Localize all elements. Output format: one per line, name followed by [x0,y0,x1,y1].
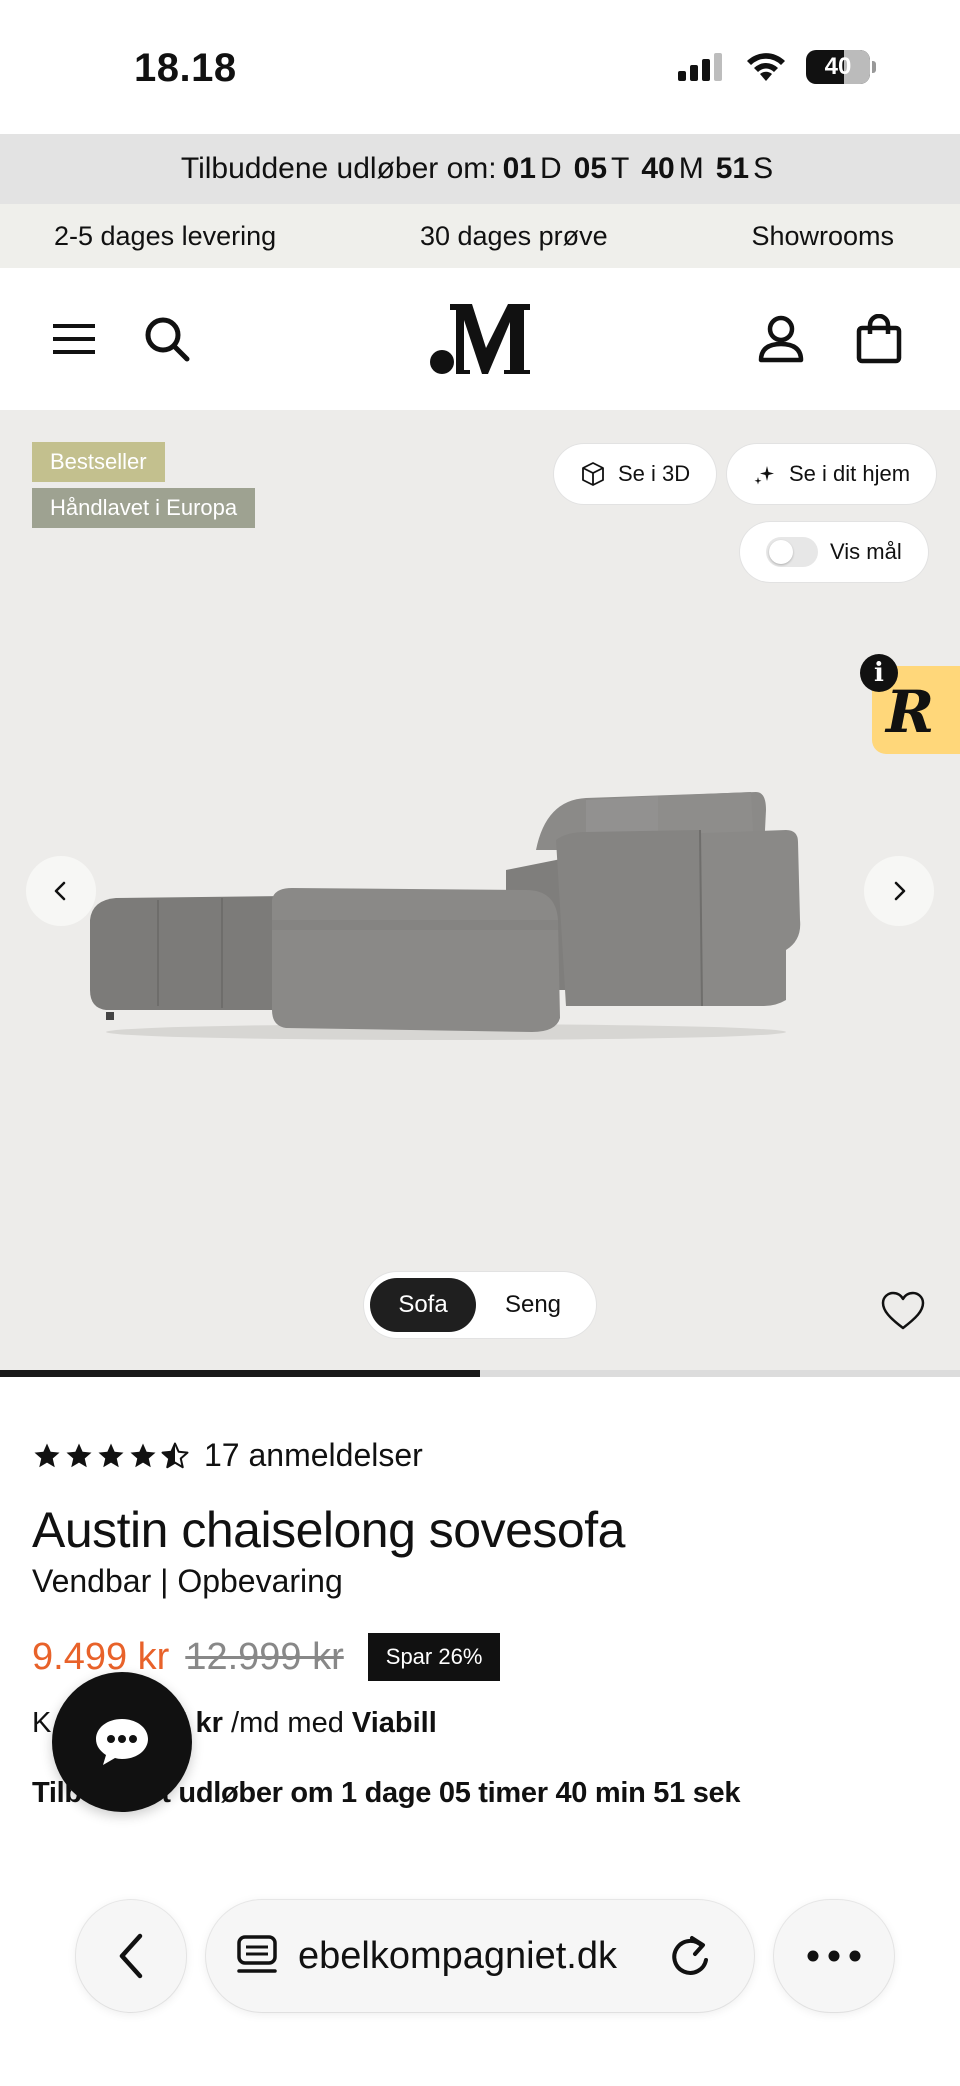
sparkle-icon [754,466,774,485]
countdown-minutes: 40 [641,152,675,185]
save-badge: Spar 26% [367,1633,501,1681]
countdown-minutes-unit: M [678,152,704,185]
price-current: 9.499 kr [32,1635,170,1678]
show-measures-label: Vis mål [830,539,902,564]
chevron-left-icon [54,881,66,901]
battery-icon: 40 [806,50,876,84]
star-icon [130,1443,156,1467]
site-header [0,268,960,410]
wifi-icon [747,53,785,81]
product-image-sofa [90,792,801,1040]
reader-mode-icon[interactable] [236,1934,278,1978]
chevron-left-icon [119,1933,143,1979]
status-time: 18.18 [134,46,237,90]
browser-back-button[interactable] [76,1900,186,2012]
view-3d-label: Se i 3D [618,461,691,486]
wishlist-heart-icon[interactable] [880,1290,926,1332]
countdown-days: 01 [502,152,536,185]
show-measures-toggle[interactable]: Vis mål [740,522,928,582]
gallery-progress-track [0,1370,960,1377]
badge-bestseller: Bestseller [32,442,165,482]
offer-countdown-bar: Tilbuddene udløber om: 01 D 05 T 40 M 51 S [0,134,960,204]
gallery-next-button[interactable] [864,856,934,926]
rating-row[interactable]: 17 anmeldelser [32,1437,423,1474]
browser-more-button[interactable] [774,1900,894,2012]
countdown-hours: 05 [573,152,608,185]
variant-option-seng[interactable]: Seng [476,1278,590,1332]
chat-bubble-icon [96,1719,148,1765]
signal-icon [678,53,722,81]
badge-handmade: Håndlavet i Europa [32,488,256,528]
rating-stars [32,1441,190,1471]
countdown-days-unit: D [539,152,562,185]
star-icon [66,1443,92,1467]
countdown-hours-unit: T [611,152,630,185]
countdown-label: Tilbuddene udløber om: [180,152,497,185]
reload-icon[interactable] [668,1932,712,1980]
product-gallery[interactable]: Bestseller Håndlavet i Europa Se i 3D Se… [0,410,960,1370]
countdown-seconds: 51 [715,152,750,185]
review-count[interactable]: 17 anmeldelser [204,1437,423,1474]
chat-button[interactable] [52,1672,192,1812]
price-old: 12.999 kr [185,1635,344,1678]
toggle-switch[interactable] [766,537,818,567]
installment-prefix: K [32,1707,52,1739]
usp-row: 2-5 dages levering 30 dages prøve Showro… [0,204,960,268]
status-icons: 40 [678,50,876,84]
star-half-icon [161,1442,189,1468]
brand-logo[interactable] [428,298,532,378]
cube-icon [582,462,604,486]
search-icon[interactable] [142,314,192,364]
view-in-home-label: Se i dit hjem [789,461,911,486]
account-icon[interactable] [756,314,806,364]
variant-switch[interactable]: Sofa Seng [364,1272,596,1338]
cart-icon[interactable] [854,314,904,364]
info-icon[interactable]: i [860,654,898,692]
more-dots-icon [807,1950,861,1962]
chevron-right-icon [894,881,906,901]
star-icon [98,1443,124,1467]
installment-provider: Viabill [351,1707,437,1739]
product-subtitle: Vendbar | Opbevaring [32,1563,343,1599]
reviews-logo-icon: R [886,678,935,746]
view-3d-button[interactable]: Se i 3D [554,444,717,504]
usp-delivery[interactable]: 2-5 dages levering [54,221,276,252]
usp-showrooms[interactable]: Showrooms [751,221,894,252]
status-bar: 18.18 40 [0,0,960,134]
countdown-seconds-unit: S [753,152,774,185]
gallery-progress-fill [0,1370,480,1377]
battery-level: 40 [824,53,852,80]
menu-icon[interactable] [50,314,100,364]
url-text[interactable]: ebelkompagniet.dk [298,1935,648,1978]
product-title: Austin chaiselong sovesofa [32,1502,625,1558]
browser-toolbar: ebelkompagniet.dk [0,1860,960,2086]
star-icon [34,1443,60,1467]
usp-trial[interactable]: 30 dages prøve [420,221,608,252]
variant-option-sofa[interactable]: Sofa [370,1278,476,1332]
address-bar[interactable]: ebelkompagniet.dk [206,1900,754,2012]
installment-suffix: /md med [222,1707,352,1739]
view-in-home-button[interactable]: Se i dit hjem [727,444,937,504]
